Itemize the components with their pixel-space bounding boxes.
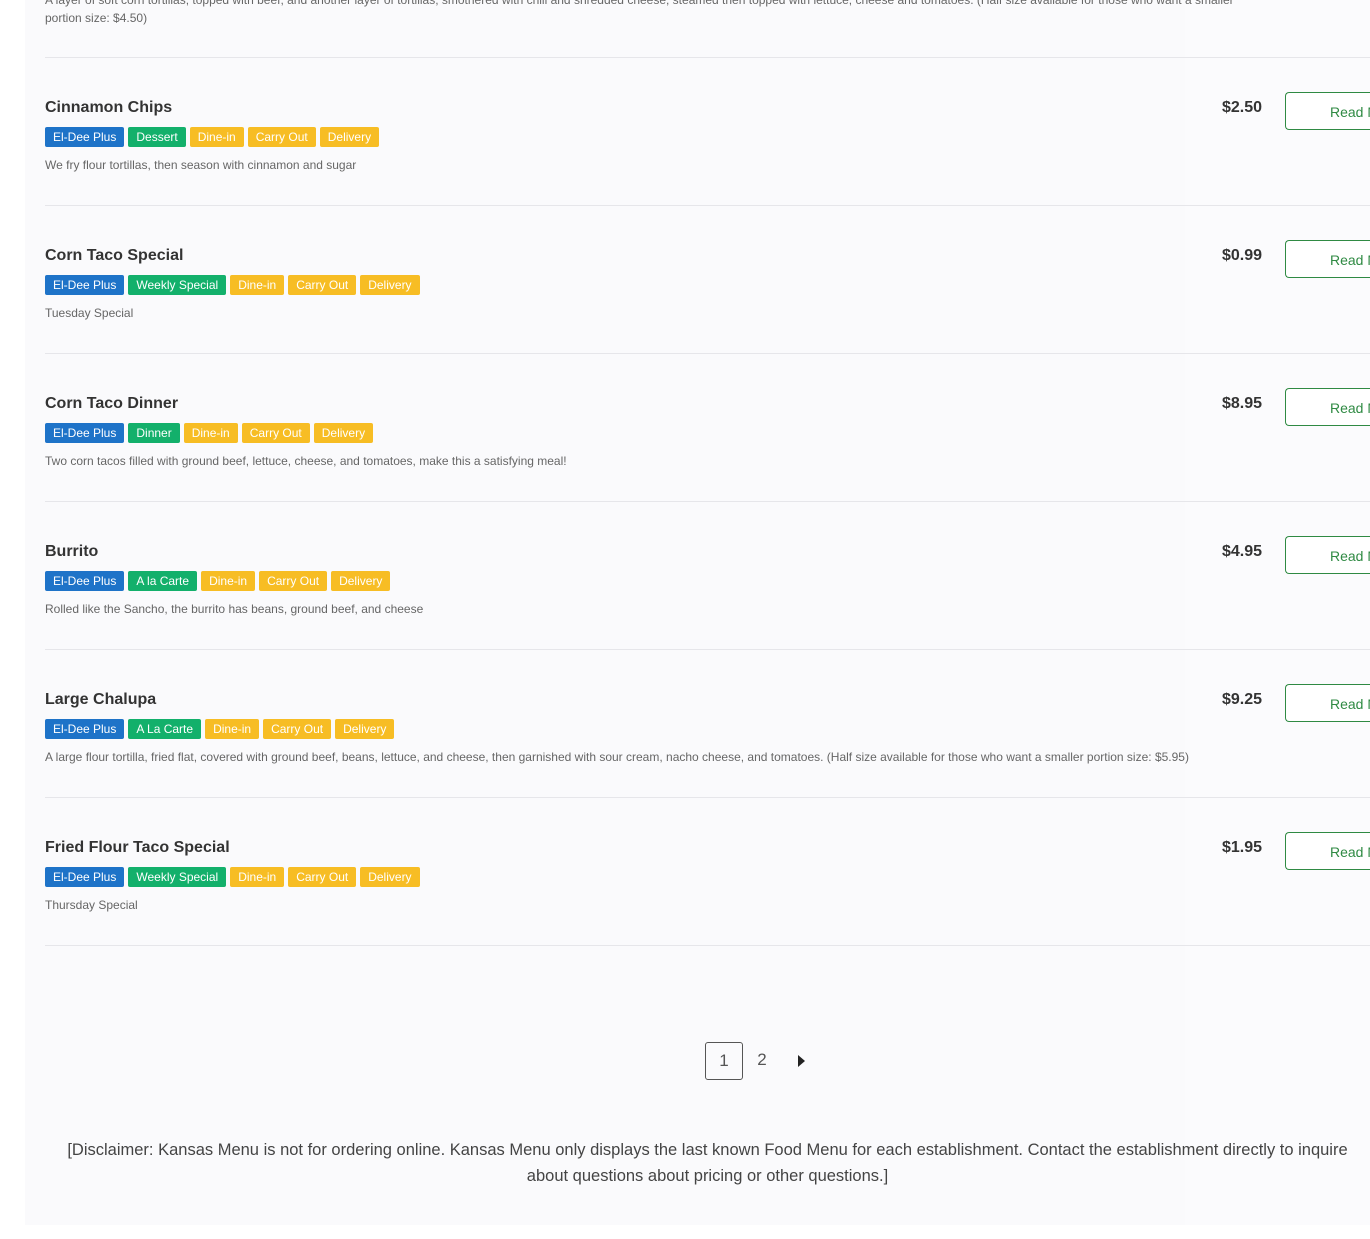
item-separator [45, 57, 1370, 58]
menu-item-price: $8.95 [1222, 395, 1263, 412]
page-1-button[interactable]: 1 [705, 1042, 743, 1080]
tag-badge: Dine-in [205, 719, 260, 739]
menu-item-price: $2.50 [1222, 99, 1263, 116]
next-page-button[interactable] [781, 1042, 821, 1080]
tag-badge: Carry Out [263, 719, 332, 739]
menu-item-tags: El-Dee Plus Weekly Special Dine-in Carry Ou… [45, 867, 420, 887]
tag-badge: Delivery [319, 127, 380, 147]
menu-item: Large Chalupa El-Dee Plus A La Carte Dine-i… [45, 684, 1370, 838]
tag-badge: Dine-in [230, 867, 285, 887]
menu-item-name: Corn Taco Dinner [45, 395, 179, 412]
tag-badge: El-Dee Plus [45, 275, 125, 295]
menu-item: Fried Flour Taco Special El-Dee Plus Weekl… [45, 832, 1370, 986]
menu-item-tags: El-Dee Plus Weekly Special Dine-in Carry Ou… [45, 275, 420, 295]
menu-item: Burrito El-Dee Plus A la Carte Dine-in Carry… [45, 536, 1370, 690]
menu-item-name: Corn Taco Special [45, 247, 184, 264]
menu-item: Cinnamon Chips El-Dee Plus Dessert Dine-in C… [45, 92, 1370, 246]
tag-badge: El-Dee Plus [45, 127, 125, 147]
tag-badge: Carry Out [259, 571, 328, 591]
tag-badge: Carry Out [288, 275, 357, 295]
menu-item-name: Cinnamon Chips [45, 99, 173, 116]
item-separator [45, 945, 1370, 946]
item-separator [45, 797, 1370, 798]
tag-badge: El-Dee Plus [45, 719, 125, 739]
menu-item: Corn Taco Dinner El-Dee Plus Dinner Dine-in… [45, 388, 1370, 542]
tag-badge: El-Dee Plus [45, 867, 125, 887]
menu-item-tags: El-Dee Plus Dinner Dine-in Carry Out Deliver… [45, 423, 374, 443]
page-2-button[interactable]: 2 [743, 1042, 781, 1080]
menu-item-tags: El-Dee Plus A La Carte Dine-in Carry Out Del… [45, 719, 395, 739]
tag-badge: Dine-in [183, 423, 238, 443]
menu-item-description: Rolled like the Sancho, the burrito has … [45, 602, 424, 616]
tag-badge: Carry Out [247, 127, 316, 147]
menu-item: Corn Taco Special El-Dee Plus Weekly Speci… [45, 240, 1370, 394]
tag-badge: Dine-in [201, 571, 256, 591]
previous-item-description: A layer of soft corn tortillas, topped w… [45, 0, 1234, 25]
tag-badge: El-Dee Plus [45, 571, 125, 591]
read-more-button[interactable]: Read M [1285, 92, 1370, 130]
tag-badge: Delivery [360, 275, 420, 295]
tag-badge: Delivery [331, 571, 391, 591]
item-separator [45, 501, 1370, 502]
disclaimer-text: [Disclaimer: Kansas Menu is not for orde… [67, 1141, 1348, 1185]
menu-item-description: A large flour tortilla, fried flat, cove… [45, 750, 1189, 764]
tag-badge: A La Carte [128, 719, 202, 739]
menu-item-price: $0.99 [1222, 247, 1263, 264]
menu-item-tags: El-Dee Plus A la Carte Dine-in Carry Out Del… [45, 571, 391, 591]
menu-item-name: Fried Flour Taco Special [45, 839, 230, 856]
tag-badge: Carry Out [288, 867, 357, 887]
read-more-button[interactable]: Read M [1285, 536, 1370, 574]
menu-item-description: Two corn tacos filled with ground beef, … [45, 454, 567, 468]
read-more-button[interactable]: Read M [1285, 832, 1370, 870]
read-more-button[interactable]: Read M [1285, 240, 1370, 278]
tag-badge: Weekly Special [128, 275, 227, 295]
tag-badge: Dinner [128, 423, 180, 443]
pagination: 1 2 [705, 1041, 821, 1081]
menu-item-name: Burrito [45, 543, 99, 560]
tag-badge: El-Dee Plus [45, 423, 125, 443]
item-separator [45, 353, 1370, 354]
tag-badge: Dine-in [189, 127, 244, 147]
menu-item-description: Tuesday Special [45, 306, 134, 320]
read-more-button[interactable]: Read M [1285, 684, 1370, 722]
tag-badge: Delivery [360, 867, 420, 887]
tag-badge: Dessert [128, 127, 186, 147]
read-more-button[interactable]: Read M [1285, 388, 1370, 426]
tag-badge: Dine-in [230, 275, 285, 295]
tag-badge: A la Carte [128, 571, 198, 591]
tag-badge: Carry Out [241, 423, 310, 443]
item-separator [45, 205, 1370, 206]
tag-badge: Weekly Special [128, 867, 227, 887]
caret-right-icon [798, 1055, 805, 1067]
menu-item-price: $4.95 [1222, 543, 1263, 560]
tag-badge: Delivery [335, 719, 395, 739]
menu-item-price: $1.95 [1222, 839, 1263, 856]
item-separator [45, 649, 1370, 650]
menu-item-name: Large Chalupa [45, 691, 157, 708]
menu-item-description: Thursday Special [45, 898, 138, 912]
menu-item-description: We fry flour tortillas, then season with… [45, 158, 357, 172]
menu-item-price: $9.25 [1222, 691, 1263, 708]
menu-item-tags: El-Dee Plus Dessert Dine-in Carry Out Delive… [45, 127, 380, 147]
tag-badge: Delivery [313, 423, 374, 443]
